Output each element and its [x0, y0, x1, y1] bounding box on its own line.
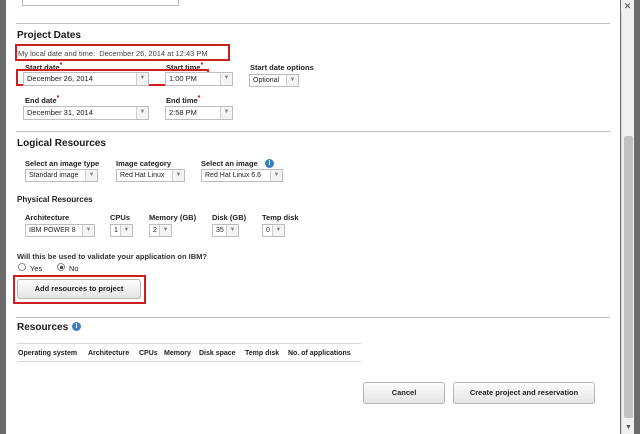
image-category-select[interactable]: Red Hat Linux ▼ [116, 169, 185, 182]
end-date-input[interactable]: December 31, 2014 ▼ [23, 106, 149, 120]
validate-question: Will this be used to validate your appli… [17, 252, 207, 261]
chevron-down-icon[interactable]: ▼ [136, 107, 148, 119]
info-icon[interactable]: i [265, 159, 274, 168]
scroll-thumb[interactable] [624, 136, 633, 418]
resources-title: Resources [17, 322, 69, 333]
start-date-input[interactable]: December 26, 2014 ▼ [23, 72, 149, 86]
add-resources-button[interactable]: Add resources to project [17, 279, 141, 299]
end-date-value: December 31, 2014 [27, 108, 93, 117]
validate-yes-label: Yes [30, 264, 43, 273]
chevron-down-icon[interactable]: ▼ [85, 170, 97, 181]
cancel-button[interactable]: Cancel [363, 382, 445, 404]
column-header-os: Operating system [18, 350, 78, 357]
disk-label: Disk (GB) [212, 213, 247, 222]
logical-resources-title: Logical Resources [17, 138, 106, 149]
chevron-down-icon[interactable]: ▼ [220, 107, 232, 119]
temp-disk-label: Temp disk [262, 213, 299, 222]
chevron-down-icon[interactable]: ▼ [172, 170, 184, 181]
image-select[interactable]: Red Hat Linux 6.6 ▼ [201, 169, 283, 182]
cpus-select[interactable]: 1 ▼ [110, 224, 133, 237]
column-header-disk-space: Disk space [199, 350, 236, 357]
required-marker: * [197, 95, 201, 102]
memory-select[interactable]: 2 ▼ [149, 224, 172, 237]
start-time-input[interactable]: 1:00 PM ▼ [165, 72, 233, 86]
vertical-scrollbar[interactable]: ▼ [621, 0, 634, 434]
top-field-remnant [22, 0, 179, 6]
end-date-label-text: End date [25, 96, 57, 105]
end-date-label: End date* [25, 95, 60, 105]
validate-no-label: No [69, 264, 79, 273]
divider [16, 131, 610, 132]
info-icon[interactable]: i [72, 322, 81, 331]
chevron-down-icon[interactable]: ▼ [272, 225, 284, 236]
image-type-value: Standard image [29, 172, 79, 179]
start-options-value: Optional [253, 77, 280, 84]
local-time-value: December 26, 2014 at 12:43 PM [99, 49, 208, 58]
chevron-down-icon[interactable]: ▼ [136, 73, 148, 85]
chevron-down-icon[interactable]: ▼ [220, 73, 232, 85]
cpus-value: 1 [114, 227, 118, 234]
end-time-value: 2:58 PM [169, 108, 197, 117]
column-header-cpus: CPUs [139, 350, 158, 357]
end-time-label: End time* [166, 95, 201, 105]
divider [16, 23, 610, 24]
required-marker: * [59, 62, 63, 69]
image-type-label: Select an image type [25, 159, 100, 168]
memory-label: Memory (GB) [149, 213, 197, 222]
column-header-temp-disk: Temp disk [245, 350, 280, 357]
local-time-caption: My local date and time: [18, 49, 96, 58]
project-dates-title: Project Dates [17, 30, 81, 41]
chevron-down-icon[interactable]: ▼ [120, 225, 132, 236]
validate-no-radio[interactable] [57, 263, 65, 271]
table-header-rule [17, 361, 361, 362]
select-image-label: Select an image [201, 159, 258, 168]
architecture-value: IBM POWER 8 [29, 227, 76, 234]
chevron-down-icon[interactable]: ▼ [82, 225, 94, 236]
column-header-applications: No. of applications [288, 350, 351, 357]
architecture-select[interactable]: IBM POWER 8 ▼ [25, 224, 95, 237]
column-header-architecture: Architecture [88, 350, 130, 357]
image-category-label: Image category [116, 159, 172, 168]
physical-resources-title: Physical Resources [17, 195, 93, 204]
local-time-label: My local date and time: December 26, 201… [18, 49, 208, 58]
memory-value: 2 [153, 227, 157, 234]
project-dialog: Project Dates My local date and time: De… [6, 0, 620, 434]
chevron-down-icon[interactable]: ▼ [270, 170, 282, 181]
architecture-label: Architecture [25, 213, 70, 222]
create-project-button[interactable]: Create project and reservation [453, 382, 595, 404]
end-time-input[interactable]: 2:58 PM ▼ [165, 106, 233, 120]
close-icon[interactable]: ✕ [621, 0, 634, 12]
start-date-value: December 26, 2014 [27, 74, 93, 83]
cpus-label: CPUs [110, 213, 131, 222]
start-time-value: 1:00 PM [169, 74, 197, 83]
validate-yes-radio[interactable] [18, 263, 26, 271]
temp-disk-value: 0 [266, 227, 270, 234]
column-header-memory: Memory [164, 350, 191, 357]
required-marker: * [56, 95, 60, 102]
image-category-value: Red Hat Linux [120, 172, 165, 179]
temp-disk-select[interactable]: 0 ▼ [262, 224, 285, 237]
scroll-down-icon[interactable]: ▼ [622, 422, 635, 434]
disk-select[interactable]: 35 ▼ [212, 224, 239, 237]
divider [16, 317, 610, 318]
table-top-rule [17, 343, 361, 344]
image-type-select[interactable]: Standard image ▼ [25, 169, 98, 182]
start-options-select[interactable]: Optional ▼ [249, 74, 299, 87]
chevron-down-icon[interactable]: ▼ [226, 225, 238, 236]
image-value: Red Hat Linux 6.6 [205, 172, 262, 179]
start-options-label: Start date options [250, 63, 314, 72]
chevron-down-icon[interactable]: ▼ [286, 75, 298, 86]
end-time-label-text: End time [166, 96, 198, 105]
disk-value: 35 [216, 227, 224, 234]
required-marker: * [200, 62, 204, 69]
chevron-down-icon[interactable]: ▼ [159, 225, 171, 236]
